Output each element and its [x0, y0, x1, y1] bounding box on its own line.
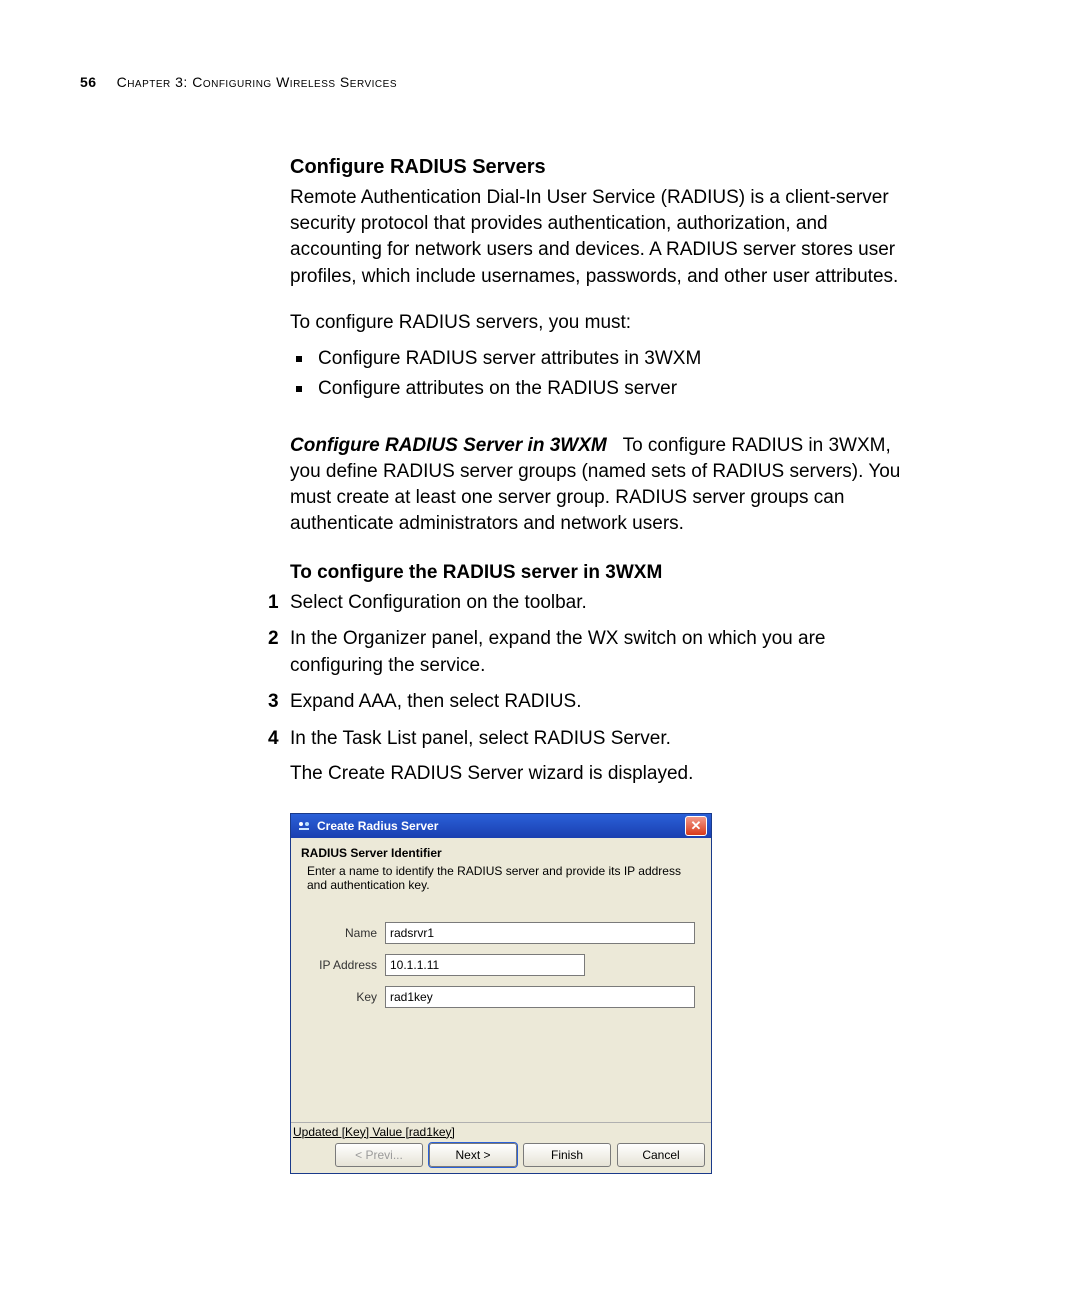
bullet-item: Configure attributes on the RADIUS serve…	[290, 374, 910, 404]
step-item: 3Expand AAA, then select RADIUS.	[290, 689, 910, 716]
status-bar: Updated [Key] Value [rad1key]	[291, 1122, 711, 1139]
step-item: 4In the Task List panel, select RADIUS S…	[290, 726, 910, 753]
intro-paragraph: Remote Authentication Dial-In User Servi…	[290, 185, 910, 290]
chapter-title: Chapter 3: Configuring Wireless Services	[117, 74, 397, 90]
close-button[interactable]: ✕	[685, 816, 707, 836]
dialog-button-row: < Previ... Next > Finish Cancel	[291, 1139, 711, 1173]
runin-paragraph: Configure RADIUS Server in 3WXM To confi…	[290, 433, 910, 538]
step-text: In the Organizer panel, expand the WX sw…	[290, 628, 825, 676]
page: 56 Chapter 3: Configuring Wireless Servi…	[0, 0, 1080, 1296]
step-item: 2In the Organizer panel, expand the WX s…	[290, 626, 910, 679]
section-heading: Configure RADIUS Servers	[290, 156, 910, 179]
step-item: 1Select Configuration on the toolbar.	[290, 590, 910, 617]
create-radius-server-dialog: Create Radius Server ✕ RADIUS Server Ide…	[290, 813, 712, 1174]
content-column: Configure RADIUS Servers Remote Authenti…	[290, 156, 910, 1174]
page-header: 56 Chapter 3: Configuring Wireless Servi…	[80, 74, 992, 90]
dialog-subtitle: RADIUS Server Identifier	[301, 846, 701, 860]
step-text: Select Configuration on the toolbar.	[290, 592, 587, 613]
name-label: Name	[303, 926, 385, 940]
key-label: Key	[303, 990, 385, 1004]
dialog-title: Create Radius Server	[317, 819, 438, 833]
dialog-header-panel: RADIUS Server Identifier Enter a name to…	[291, 838, 711, 898]
titlebar: Create Radius Server ✕	[291, 814, 711, 838]
page-number: 56	[80, 74, 97, 90]
bullet-list: Configure RADIUS server attributes in 3W…	[290, 344, 910, 405]
sub-heading: To configure the RADIUS server in 3WXM	[290, 562, 910, 584]
next-button[interactable]: Next >	[429, 1143, 517, 1167]
ip-label: IP Address	[303, 958, 385, 972]
bullet-item: Configure RADIUS server attributes in 3W…	[290, 344, 910, 374]
prev-button[interactable]: < Previ...	[335, 1143, 423, 1167]
close-icon: ✕	[691, 819, 702, 832]
after-steps: The Create RADIUS Server wizard is displ…	[290, 763, 910, 785]
key-input[interactable]	[385, 986, 695, 1008]
runin-title: Configure RADIUS Server in 3WXM	[290, 435, 607, 456]
steps-list: 1Select Configuration on the toolbar. 2I…	[290, 590, 910, 753]
step-text: In the Task List panel, select RADIUS Se…	[290, 728, 671, 749]
dialog-form: Name IP Address Key	[291, 898, 711, 1122]
finish-button[interactable]: Finish	[523, 1143, 611, 1167]
app-icon	[297, 819, 311, 833]
cancel-button[interactable]: Cancel	[617, 1143, 705, 1167]
lead-in: To configure RADIUS servers, you must:	[290, 312, 910, 334]
name-input[interactable]	[385, 922, 695, 944]
step-text: Expand AAA, then select RADIUS.	[290, 691, 582, 712]
ip-address-input[interactable]	[385, 954, 585, 976]
dialog-description: Enter a name to identify the RADIUS serv…	[301, 864, 701, 892]
